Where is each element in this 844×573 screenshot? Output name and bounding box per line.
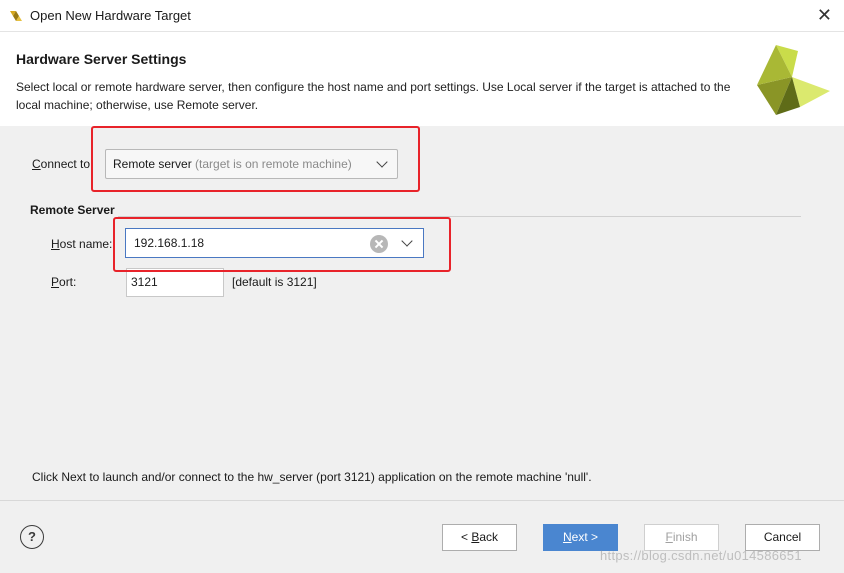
section-title-remote-server: Remote Server bbox=[30, 203, 115, 217]
port-input[interactable]: 3121 bbox=[126, 268, 224, 297]
connect-selected-hint: (target is on remote machine) bbox=[195, 157, 352, 171]
page-header: Hardware Server Settings Select local or… bbox=[0, 33, 844, 126]
page-description: Select local or remote hardware server, … bbox=[16, 80, 731, 112]
host-name-label: Host name: bbox=[51, 237, 113, 251]
close-x-icon[interactable]: ✕ bbox=[817, 5, 832, 25]
settings-panel: Connect to: Remote server (target is on … bbox=[0, 126, 844, 500]
chevron-down-icon bbox=[376, 156, 388, 168]
cancel-button[interactable]: Cancel bbox=[745, 524, 820, 551]
next-button[interactable]: Next > bbox=[543, 524, 618, 551]
connect-to-label: Connect to: bbox=[32, 157, 94, 171]
finish-button[interactable]: Finish bbox=[644, 524, 719, 551]
vivado-logo bbox=[757, 45, 830, 115]
chevron-down-icon[interactable] bbox=[401, 235, 413, 247]
back-button[interactable]: < Back bbox=[442, 524, 517, 551]
window-titlebar: Open New Hardware Target ✕ bbox=[0, 0, 844, 32]
host-name-input[interactable]: 192.168.1.18 bbox=[134, 236, 204, 250]
window-title: Open New Hardware Target bbox=[30, 8, 191, 23]
connect-to-dropdown[interactable]: Remote server (target is on remote machi… bbox=[105, 149, 398, 179]
page-title: Hardware Server Settings bbox=[16, 51, 187, 67]
footer-note: Click Next to launch and/or connect to t… bbox=[32, 470, 592, 484]
port-default-hint: [default is 3121] bbox=[232, 275, 317, 289]
connect-selected-value: Remote server bbox=[113, 157, 192, 171]
clear-icon[interactable] bbox=[370, 235, 388, 253]
watermark-text: https://blog.csdn.net/u014586651 bbox=[600, 548, 802, 563]
section-divider bbox=[118, 216, 801, 217]
host-name-combobox[interactable]: 192.168.1.18 bbox=[125, 228, 424, 258]
port-label: Port: bbox=[51, 275, 77, 289]
vivado-app-icon bbox=[10, 11, 22, 21]
help-icon[interactable]: ? bbox=[20, 525, 44, 549]
